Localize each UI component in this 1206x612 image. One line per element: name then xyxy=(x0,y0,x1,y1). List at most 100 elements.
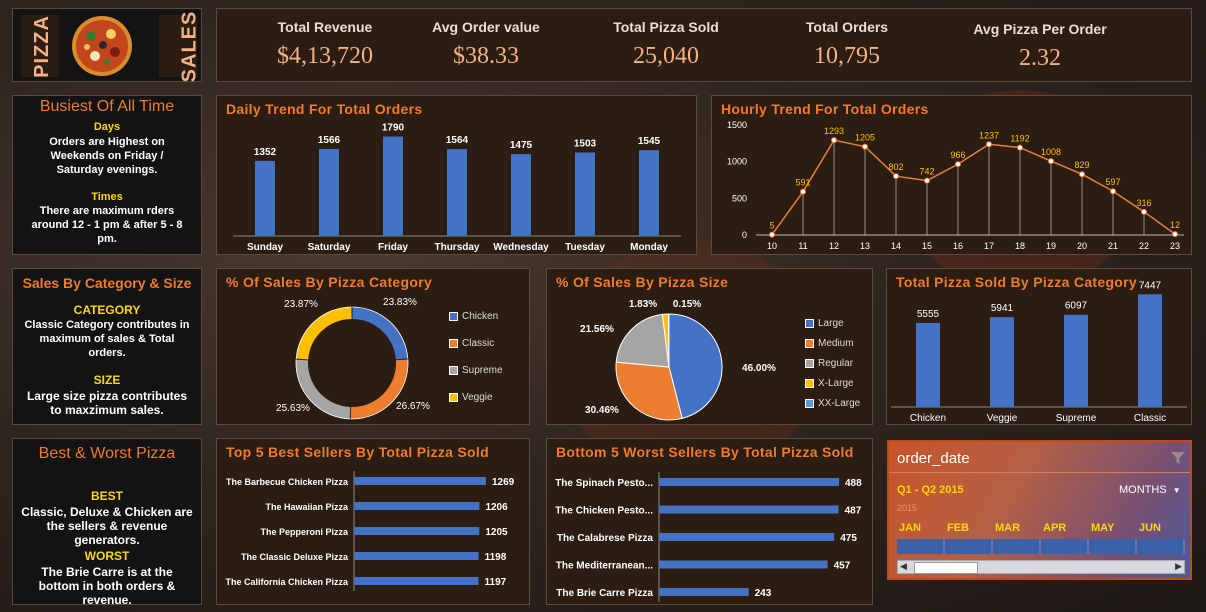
hourly-trend-panel: Hourly Trend For Total Orders 0 500 1000 15… xyxy=(711,95,1192,255)
tick-label: The Classic Deluxe Pizza xyxy=(241,552,349,562)
tick-label: 13 xyxy=(860,241,870,251)
category-size-title: Sales By Category & Size xyxy=(22,275,192,291)
tick-label: 16 xyxy=(953,241,963,251)
timeline-month-cell[interactable] xyxy=(1137,539,1185,554)
data-label: 1545 xyxy=(638,136,661,147)
tick-label: The Pepperoni Pizza xyxy=(260,527,349,537)
tick-label: Thursday xyxy=(434,242,479,253)
chevron-down-icon: ▼ xyxy=(1172,486,1181,495)
slicer-year: 2015 xyxy=(897,503,918,513)
tick-label: Friday xyxy=(378,242,408,253)
data-label: 1.83% xyxy=(629,299,657,310)
month-label[interactable]: MAY xyxy=(1091,522,1114,534)
legend-item: Chicken xyxy=(449,303,503,330)
times-heading: Times xyxy=(91,191,123,203)
timeline-scrollbar[interactable]: ◀ ▶ xyxy=(897,560,1185,574)
slicer-time-level[interactable]: MONTHS ▼ xyxy=(1119,484,1181,496)
bar xyxy=(990,317,1014,407)
data-label: 742 xyxy=(919,167,934,177)
pie-slice xyxy=(615,313,670,368)
data-label: 1008 xyxy=(1041,147,1061,157)
timeline-month-cell[interactable] xyxy=(945,539,993,554)
data-point xyxy=(769,231,775,238)
tick-label: 23 xyxy=(1170,241,1180,251)
kpi-avg-order-value: Avg Order value $38.33 xyxy=(401,19,571,70)
slicer-field: order_date xyxy=(897,450,970,467)
data-label: 23.83% xyxy=(383,297,417,308)
data-label: 243 xyxy=(755,588,772,599)
logo-panel: PIZZA SALES xyxy=(12,8,202,82)
data-label: 0.15% xyxy=(673,299,701,310)
donut-slice xyxy=(296,307,352,360)
legend-swatch xyxy=(449,339,458,348)
data-label: 1475 xyxy=(510,140,533,151)
series-line xyxy=(771,139,1176,236)
legend-label: X-Large xyxy=(818,377,854,389)
best-worst-title: Best & Worst Pizza xyxy=(38,445,176,462)
data-label: 1293 xyxy=(824,126,844,136)
data-label: 26.67% xyxy=(396,401,430,412)
month-label[interactable]: JUN xyxy=(1139,522,1161,534)
tick-label: Sunday xyxy=(247,242,284,253)
bar xyxy=(354,527,480,535)
size-pct-panel: % Of Sales By Pizza Size 46.00% 30.46% 21.… xyxy=(546,268,873,425)
kpi-total-pizza-sold: Total Pizza Sold 25,040 xyxy=(581,19,751,70)
donut-slice xyxy=(352,307,408,360)
data-label: 30.46% xyxy=(585,405,619,416)
tick-label: 17 xyxy=(984,241,994,251)
month-label[interactable]: MAR xyxy=(995,522,1020,534)
days-heading: Days xyxy=(93,121,121,133)
timeline-month-cell[interactable] xyxy=(993,539,1041,554)
tick-label: 18 xyxy=(1015,241,1025,251)
scroll-thumb[interactable] xyxy=(914,562,978,574)
tick-label: The Chicken Pesto... xyxy=(555,506,653,517)
legend-swatch xyxy=(805,398,814,408)
kpi-total-revenue: Total Revenue $4,13,720 xyxy=(240,19,410,70)
time-level-label: MONTHS xyxy=(1119,484,1167,496)
kpi-label: Avg Order value xyxy=(432,19,540,35)
data-point xyxy=(986,141,992,148)
data-label: 1205 xyxy=(485,527,508,538)
scroll-left-icon[interactable]: ◀ xyxy=(900,561,907,572)
bar xyxy=(575,152,595,236)
best-heading: BEST xyxy=(90,489,123,503)
data-label: 1197 xyxy=(485,577,507,588)
worst-heading: WORST xyxy=(84,549,130,563)
timeline-month-cell[interactable] xyxy=(1041,539,1089,554)
data-point xyxy=(1141,208,1147,215)
size-text: Large size pizza contributes to maxzimum… xyxy=(26,389,188,417)
legend-swatch xyxy=(449,393,458,402)
bar xyxy=(383,136,403,236)
data-label: 6097 xyxy=(1065,301,1088,312)
data-point xyxy=(893,173,899,180)
month-label[interactable]: JAN xyxy=(899,522,921,534)
data-point xyxy=(800,188,806,195)
order-date-slicer[interactable]: order_date Q1 - Q2 2015 MONTHS ▼ 2015 JA… xyxy=(887,440,1192,580)
bar xyxy=(511,154,531,236)
data-label: 23.87% xyxy=(284,299,318,310)
legend-swatch xyxy=(805,358,814,368)
timeline-month-cell[interactable] xyxy=(1089,539,1137,554)
tick-label: 11 xyxy=(798,241,807,251)
month-label[interactable]: APR xyxy=(1043,522,1066,534)
data-point xyxy=(831,137,837,144)
legend-item: X-Large xyxy=(805,373,860,393)
data-point xyxy=(924,177,930,184)
legend-item: Classic xyxy=(449,330,503,357)
scroll-right-icon[interactable]: ▶ xyxy=(1175,561,1182,572)
data-label: 5555 xyxy=(917,309,940,320)
bar xyxy=(1138,294,1162,407)
tick-label: The Barbecue Chicken Pizza xyxy=(226,477,349,487)
filter-clear-icon[interactable] xyxy=(1171,452,1185,464)
data-label: 1192 xyxy=(1010,134,1029,144)
bar xyxy=(659,588,749,596)
month-row: JAN FEB MAR APR MAY JUN xyxy=(897,522,1185,536)
data-label: 1566 xyxy=(318,135,341,146)
tick-label: 1500 xyxy=(727,120,747,130)
timeline-month-cell[interactable] xyxy=(897,539,945,554)
data-label: 5941 xyxy=(991,303,1014,314)
tick-label: Supreme xyxy=(1056,413,1097,424)
data-point xyxy=(955,161,961,168)
tick-label: 0 xyxy=(742,230,747,240)
month-label[interactable]: FEB xyxy=(947,522,969,534)
